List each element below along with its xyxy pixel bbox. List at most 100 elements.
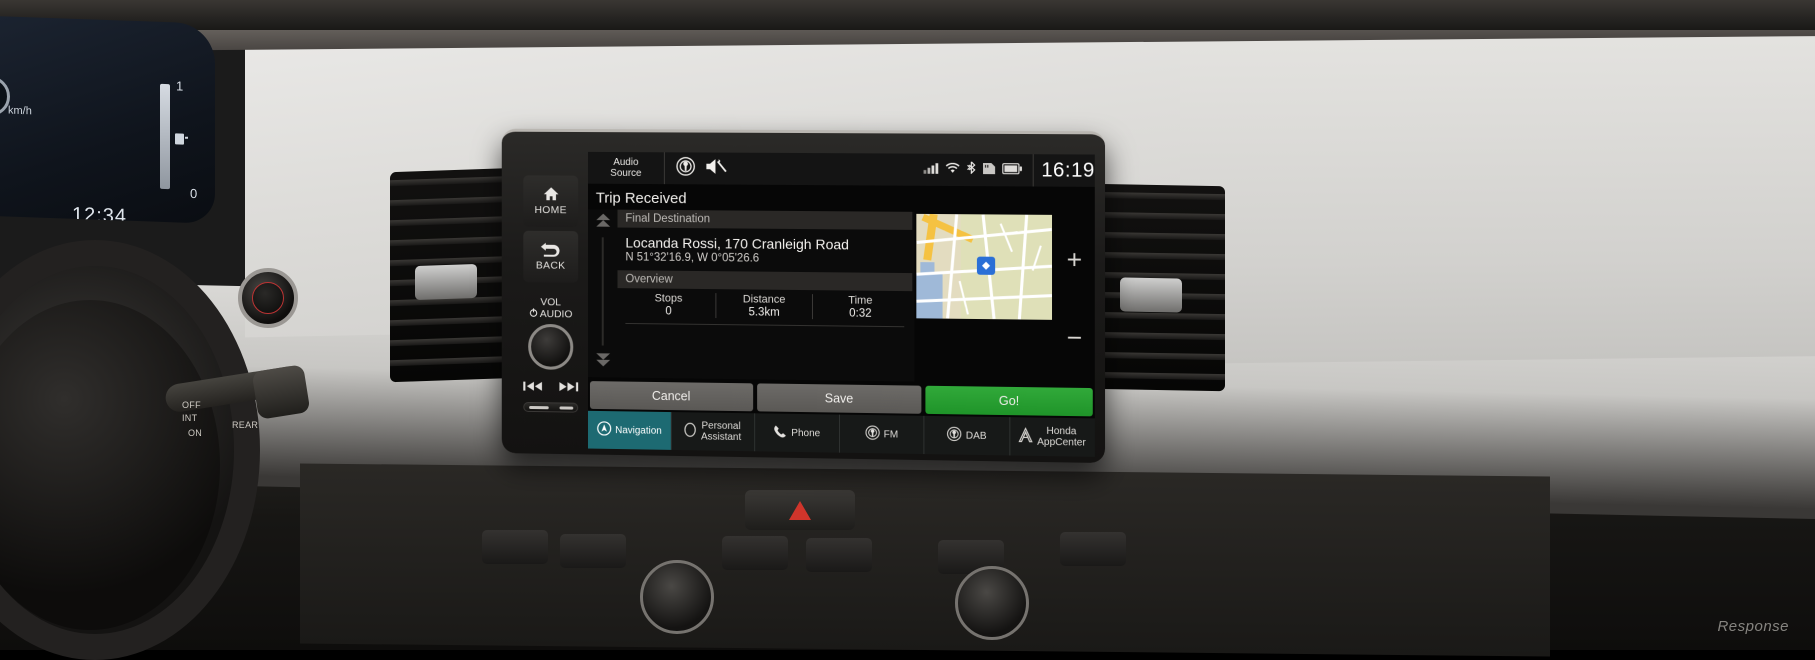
radio-icon bbox=[947, 426, 962, 444]
cluster-gauge-high: 1 bbox=[176, 78, 183, 93]
audio-source-line2: Source bbox=[610, 168, 641, 180]
air-vent-left-knob[interactable] bbox=[415, 264, 477, 300]
hardkey-column: HOME BACK VOL AUDIO bbox=[515, 175, 586, 454]
navigation-compass-icon bbox=[596, 421, 611, 439]
temperature-dial-left[interactable] bbox=[640, 560, 714, 634]
tab-phone[interactable]: Phone bbox=[755, 413, 839, 452]
metric-time-value: 0:32 bbox=[813, 307, 909, 320]
honda-a-icon bbox=[1019, 427, 1033, 445]
power-icon bbox=[529, 308, 538, 320]
cluster-gauge-low: 0 bbox=[190, 186, 197, 201]
scroll-up-icon[interactable] bbox=[595, 213, 610, 233]
cluster-tach-bar bbox=[160, 84, 170, 189]
stalk-label-off: OFF bbox=[182, 400, 201, 410]
tab-phone-label: Phone bbox=[791, 427, 820, 438]
map-zoom-controls: + − bbox=[1054, 213, 1095, 384]
seek-slider[interactable] bbox=[523, 402, 578, 413]
tab-personal-assistant-label: Personal Assistant bbox=[701, 420, 741, 443]
touchscreen-display[interactable]: Audio Source bbox=[588, 152, 1095, 457]
content-area: Final Destination Locanda Rossi, 170 Cra… bbox=[588, 209, 1095, 384]
hazard-triangle-icon bbox=[789, 501, 811, 520]
status-bar-left-icons bbox=[665, 152, 727, 184]
metric-distance-label: Distance bbox=[717, 293, 812, 306]
status-bar-right-icons bbox=[924, 154, 1030, 187]
speaker-mute-icon[interactable] bbox=[705, 157, 727, 180]
cellular-signal-icon bbox=[924, 161, 939, 179]
volume-knob[interactable] bbox=[528, 324, 573, 370]
tab-dab-label: DAB bbox=[966, 430, 987, 441]
air-vent-right-knob[interactable] bbox=[1120, 277, 1182, 312]
metric-time-label: Time bbox=[813, 294, 909, 307]
skip-previous-icon[interactable] bbox=[523, 381, 543, 394]
go-button[interactable]: Go! bbox=[926, 386, 1093, 417]
engine-start-button[interactable] bbox=[238, 268, 298, 328]
dashboard-scene: km/h 1 0 12:34 OFF INT ON REAR bbox=[0, 0, 1815, 647]
scroll-down-icon[interactable] bbox=[595, 349, 610, 369]
home-button-label: HOME bbox=[534, 204, 566, 216]
map-zoom-in-button[interactable]: + bbox=[1067, 250, 1082, 270]
metric-stops-value: 0 bbox=[621, 305, 715, 318]
hazard-light-button[interactable] bbox=[745, 490, 855, 530]
status-bar: Audio Source bbox=[588, 152, 1095, 187]
fuel-pump-icon bbox=[174, 132, 190, 149]
transport-controls bbox=[523, 381, 578, 395]
save-button[interactable]: Save bbox=[757, 383, 922, 413]
metric-distance-value: 5.3km bbox=[717, 306, 812, 319]
back-button[interactable]: BACK bbox=[523, 231, 578, 283]
watermark: Response bbox=[1717, 618, 1789, 635]
stalk-label-rear: REAR bbox=[232, 420, 258, 430]
tab-navigation-label: Navigation bbox=[615, 425, 662, 437]
wifi-icon bbox=[946, 161, 960, 179]
cancel-button[interactable]: Cancel bbox=[590, 381, 753, 411]
destination-pin-icon bbox=[977, 257, 995, 275]
status-bar-clock: 16:19 bbox=[1033, 154, 1095, 187]
route-map[interactable] bbox=[916, 214, 1052, 320]
tab-fm-label: FM bbox=[884, 429, 899, 440]
overview-divider bbox=[625, 323, 904, 327]
volume-label: VOL AUDIO bbox=[529, 296, 572, 320]
climate-button-1[interactable] bbox=[560, 534, 626, 568]
sd-card-icon bbox=[983, 161, 995, 179]
rear-defrost-button[interactable] bbox=[722, 536, 788, 570]
dash-top-edge bbox=[0, 0, 1815, 30]
scroll-track[interactable] bbox=[602, 237, 604, 345]
tab-navigation[interactable]: Navigation bbox=[588, 411, 671, 450]
audio-source-button[interactable]: Audio Source bbox=[588, 152, 665, 184]
instrument-cluster: km/h 1 0 12:34 bbox=[0, 16, 215, 224]
skip-next-icon[interactable] bbox=[559, 382, 579, 395]
tab-personal-assistant[interactable]: Personal Assistant bbox=[671, 412, 755, 451]
map-zoom-out-button[interactable]: − bbox=[1067, 327, 1082, 347]
tab-dab[interactable]: DAB bbox=[924, 416, 1009, 456]
destination-name[interactable]: Locanda Rossi, 170 Cranleigh Road bbox=[618, 228, 913, 253]
seat-heater-right-button[interactable] bbox=[1060, 532, 1126, 566]
stalk-label-int: INT bbox=[182, 413, 197, 423]
temperature-dial-right[interactable] bbox=[955, 566, 1029, 640]
assistant-icon bbox=[684, 422, 697, 440]
tab-honda-appcenter-label: Honda AppCenter bbox=[1037, 426, 1086, 449]
cluster-speed-unit: km/h bbox=[8, 105, 32, 118]
battery-icon bbox=[1003, 161, 1023, 179]
tab-fm[interactable]: FM bbox=[840, 415, 925, 454]
metric-stops: Stops 0 bbox=[621, 292, 716, 318]
radio-icon bbox=[865, 425, 880, 443]
home-icon bbox=[542, 186, 559, 204]
metric-distance: Distance 5.3km bbox=[717, 293, 813, 319]
stalk-label-on: ON bbox=[188, 428, 202, 438]
home-button[interactable]: HOME bbox=[523, 175, 578, 227]
seat-heater-left-button[interactable] bbox=[482, 530, 548, 564]
scrollbar[interactable] bbox=[588, 209, 618, 377]
final-destination-header: Final Destination bbox=[618, 210, 913, 230]
volume-label-line2: AUDIO bbox=[540, 308, 573, 320]
metric-stops-label: Stops bbox=[621, 292, 715, 305]
phone-icon bbox=[773, 424, 787, 441]
wiper-stalk-knob[interactable] bbox=[252, 364, 311, 420]
fm-radio-icon[interactable] bbox=[676, 156, 696, 181]
bluetooth-icon bbox=[967, 161, 976, 179]
tab-honda-appcenter[interactable]: Honda AppCenter bbox=[1010, 417, 1095, 457]
front-defrost-button[interactable] bbox=[806, 538, 872, 572]
back-button-label: BACK bbox=[536, 259, 566, 271]
engine-start-core bbox=[252, 282, 284, 314]
dash-upper-panel-right bbox=[1180, 26, 1815, 364]
cluster-clock: 12:34 bbox=[72, 204, 127, 224]
volume-label-line1: VOL bbox=[529, 296, 572, 308]
